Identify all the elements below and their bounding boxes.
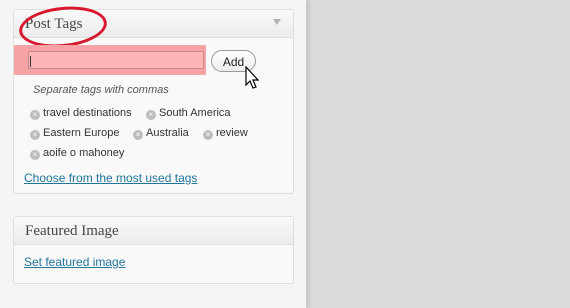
tag-item: × Eastern Europe <box>30 127 119 140</box>
most-used-tags-link[interactable]: Choose from the most used tags <box>24 171 197 185</box>
tag-item: × aoife o mahoney <box>30 147 124 160</box>
collapse-arrow-icon[interactable] <box>273 19 281 25</box>
featured-image-box: Featured Image Set featured image <box>13 216 294 284</box>
remove-tag-icon[interactable]: × <box>146 110 156 120</box>
mouse-pointer-icon <box>245 66 260 89</box>
featured-image-header[interactable]: Featured Image <box>14 217 293 245</box>
remove-tag-icon[interactable]: × <box>30 110 40 120</box>
post-tags-box: Post Tags Add Separate tags with commas … <box>13 2 294 194</box>
new-tag-input[interactable] <box>28 51 204 69</box>
text-cursor <box>30 56 31 67</box>
tag-item: × Australia <box>133 127 189 140</box>
featured-image-title: Featured Image <box>25 223 119 239</box>
tag-item: × South America <box>146 107 231 120</box>
remove-tag-icon[interactable]: × <box>203 130 213 140</box>
sidebar: Post Tags Add Separate tags with commas … <box>0 0 307 308</box>
remove-tag-icon[interactable]: × <box>30 150 40 160</box>
remove-tag-icon[interactable]: × <box>133 130 143 140</box>
tag-item: × travel destinations <box>30 107 132 120</box>
tags-howto-text: Separate tags with commas <box>33 84 169 96</box>
tag-item: × review <box>203 127 248 140</box>
set-featured-image-link[interactable]: Set featured image <box>24 255 125 269</box>
remove-tag-icon[interactable]: × <box>30 130 40 140</box>
